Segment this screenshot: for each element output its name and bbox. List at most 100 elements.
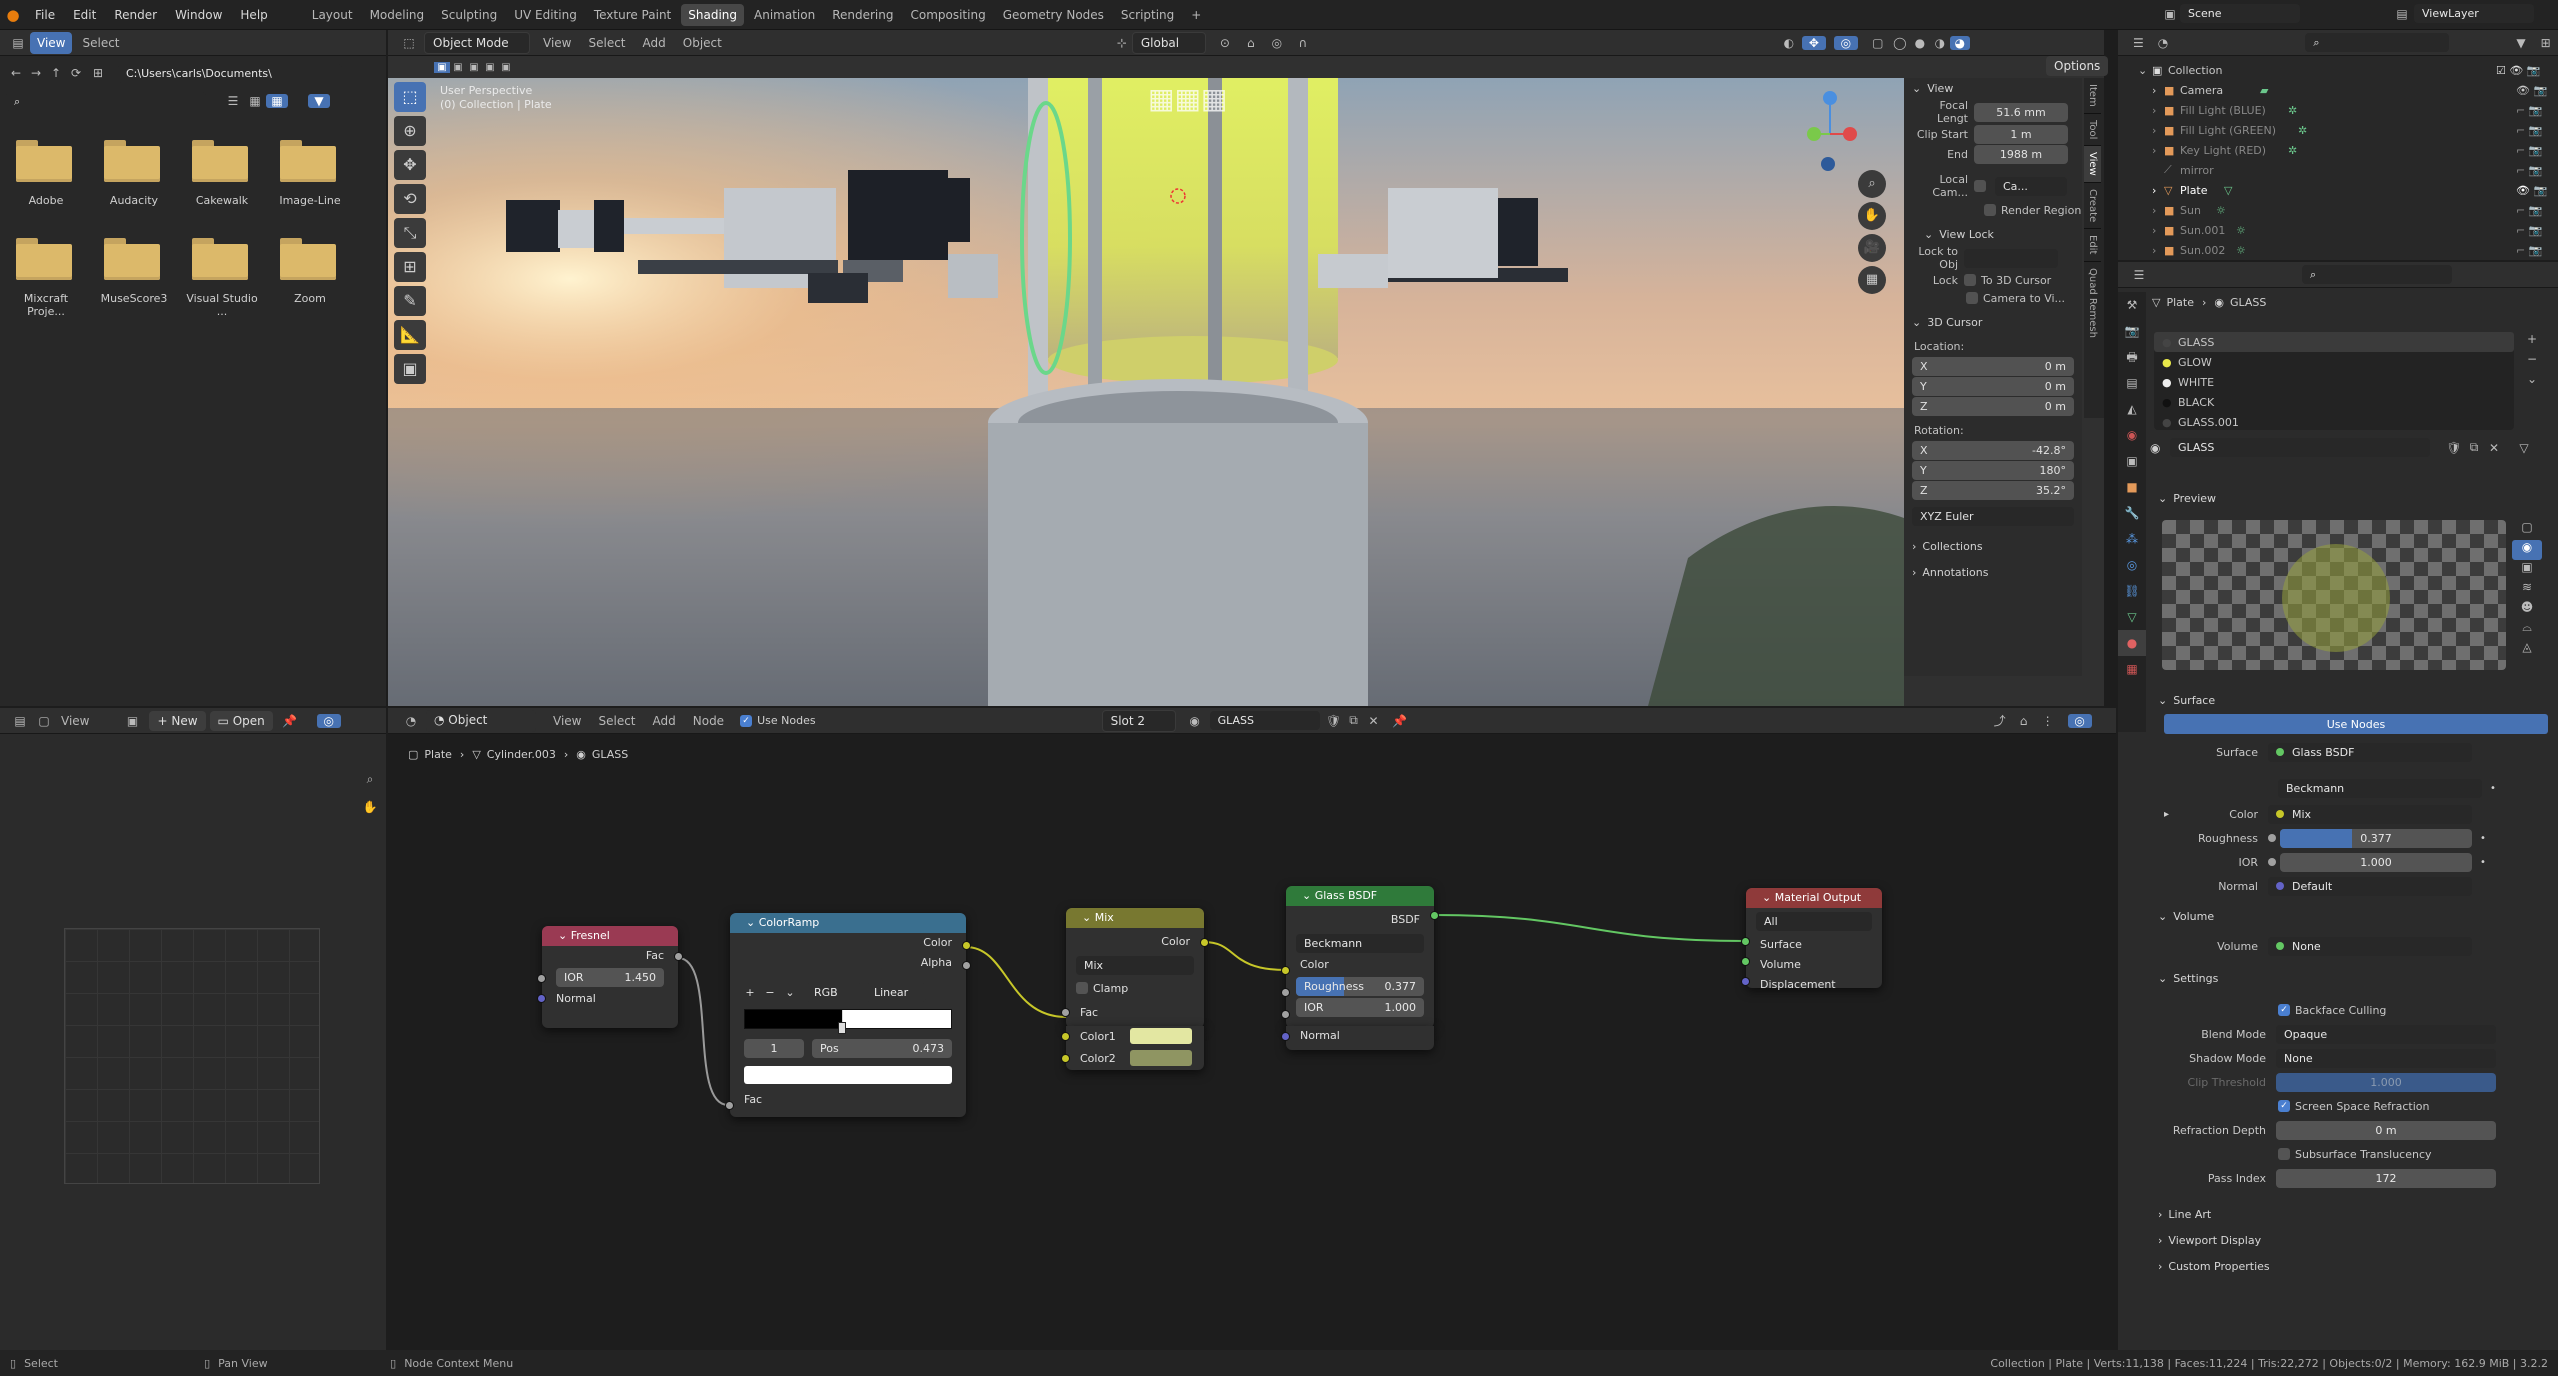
normal-input-socket[interactable] <box>537 994 546 1003</box>
vp-object-menu[interactable]: Object <box>676 32 729 54</box>
glass-distribution-dropdown[interactable]: Beckmann <box>1296 934 1424 953</box>
clip-end-field[interactable]: 1988 m <box>1974 144 2068 164</box>
scale-tool-icon[interactable]: ⤡ <box>394 218 426 248</box>
add-workspace-button[interactable]: + <box>1184 4 1208 26</box>
material-shading-icon[interactable]: ◑ <box>1930 36 1950 50</box>
fake-user-icon[interactable]: 🛡 <box>2444 441 2464 455</box>
material-slot[interactable]: ● GLASS <box>2154 332 2514 352</box>
folder-item[interactable]: MuseScore3 <box>101 238 167 305</box>
transform-tool-icon[interactable]: ⊞ <box>394 252 426 282</box>
object-tab-icon[interactable]: ■ <box>2118 474 2146 500</box>
back-arrow-icon[interactable]: ← <box>6 66 26 80</box>
view-layer-tab-icon[interactable]: ▤ <box>2118 370 2146 396</box>
folder-item[interactable]: Adobe <box>16 140 76 207</box>
lock-object-field[interactable] <box>1964 248 2058 268</box>
outliner-search-input[interactable]: ⌕ <box>2305 33 2449 52</box>
bsdf-output-socket[interactable] <box>1430 911 1439 920</box>
fac-output-socket[interactable] <box>674 952 683 961</box>
visibility-icon[interactable]: ◐ <box>1776 36 1802 50</box>
ior-field[interactable]: 1.000 <box>2280 852 2472 872</box>
rotation-mode-dropdown[interactable]: XYZ Euler <box>1912 506 2074 526</box>
particles-tab-icon[interactable]: ⁂ <box>2118 526 2146 552</box>
properties-search-input[interactable]: ⌕ <box>2302 265 2452 284</box>
fresnel-node-header[interactable]: ⌄ Fresnel <box>542 926 678 946</box>
glass-roughness-slider[interactable]: Roughness 0.377 <box>1296 977 1424 996</box>
output-target-dropdown[interactable]: All <box>1756 912 1872 931</box>
tab-edit[interactable]: Edit <box>2084 229 2101 262</box>
visibility-eye-icon[interactable]: 👁 📷 <box>2516 84 2556 97</box>
material-name-field[interactable]: GLASS <box>2170 438 2430 457</box>
ie-view-menu[interactable]: View <box>54 710 96 732</box>
cursor-loc-y-field[interactable]: Y0 m <box>1912 376 2074 396</box>
chevron-right-icon[interactable]: ▸ <box>2164 809 2174 820</box>
orientation-dropdown[interactable]: Global <box>1131 31 1206 54</box>
visibility-eye-icon[interactable]: ⌐ 📷 <box>2516 204 2556 217</box>
color-mode-dropdown[interactable]: RGB <box>806 982 862 1002</box>
ramp-menu-icon[interactable]: ⌄ <box>780 986 800 999</box>
open-image-button[interactable]: ▭ Open <box>209 710 273 731</box>
preview-fluid-icon[interactable]: ◬ <box>2512 640 2542 660</box>
fb-search-input[interactable]: ⌕ <box>6 91 206 111</box>
outliner-item[interactable]: › ■ Key Light (RED) ✲ ⌐ 📷 <box>2138 140 2556 160</box>
backface-culling-checkbox[interactable]: ✓ <box>2278 1004 2290 1016</box>
blend-type-dropdown[interactable]: Mix <box>1076 956 1194 975</box>
material-tab-icon[interactable]: ● <box>2118 630 2146 656</box>
world-tab-icon[interactable]: ◉ <box>2118 422 2146 448</box>
select-intersect-icon[interactable]: ▣ <box>498 62 514 73</box>
tab-scripting[interactable]: Scripting <box>1114 4 1181 26</box>
volume-input-field[interactable]: None <box>2268 936 2472 956</box>
displacement-input-socket[interactable] <box>1741 977 1750 986</box>
fb-view-menu[interactable]: View <box>30 31 73 54</box>
view-section-header[interactable]: ⌄ View <box>1912 82 1953 95</box>
vp-view-menu[interactable]: View <box>536 32 578 54</box>
filter-icon[interactable]: ▼ <box>308 94 330 108</box>
fac-input-socket[interactable] <box>1061 1008 1070 1017</box>
solid-shading-icon[interactable]: ● <box>1910 36 1930 50</box>
tab-create[interactable]: Create <box>2084 183 2101 230</box>
options-button[interactable]: Options <box>2046 56 2109 76</box>
new-collection-icon[interactable]: ⊞ <box>2533 36 2558 50</box>
tool-tab-icon[interactable]: ⚒ <box>2118 292 2146 318</box>
editor-type-icon[interactable]: ▤ <box>6 36 30 50</box>
color-output-socket[interactable] <box>962 941 971 950</box>
menu-help[interactable]: Help <box>231 0 276 30</box>
navigation-gizmo[interactable] <box>1798 86 1858 196</box>
remove-slot-icon[interactable]: − <box>2522 352 2542 372</box>
thumbnail-view-icon[interactable]: ▦ <box>266 94 288 108</box>
tab-texture-paint[interactable]: Texture Paint <box>587 4 678 26</box>
surface-input-socket[interactable] <box>1741 937 1750 946</box>
annotations-header[interactable]: › Annotations <box>1912 566 1988 579</box>
list-view-icon[interactable]: ☰ <box>222 94 244 108</box>
interpolation-dropdown[interactable]: Linear <box>866 982 926 1002</box>
folder-item[interactable]: Visual Studio ... <box>186 238 258 318</box>
ior-input-socket[interactable] <box>537 974 546 983</box>
mix-node-header[interactable]: ⌄ Mix <box>1066 908 1204 928</box>
zoom-icon[interactable]: ⌕ <box>360 772 380 800</box>
roughness-input-socket[interactable] <box>1281 988 1290 997</box>
forward-arrow-icon[interactable]: → <box>26 66 46 80</box>
falloff-icon[interactable]: ∩ <box>1290 36 1316 50</box>
material-slot[interactable]: ● GLASS.001 <box>2154 412 2514 432</box>
visibility-eye-icon[interactable]: ⌐ 📷 <box>2516 164 2556 177</box>
pan-hand-icon[interactable]: ✋ <box>1858 202 1886 230</box>
select-extend-icon[interactable]: ▣ <box>450 62 466 73</box>
physics-tab-icon[interactable]: ◎ <box>2118 552 2146 578</box>
glass-ior-field[interactable]: IOR 1.000 <box>1296 998 1424 1017</box>
camera-view-icon[interactable]: 🎥 <box>1858 234 1886 262</box>
visibility-eye-icon[interactable]: 👁 📷 <box>2516 184 2556 197</box>
constraints-tab-icon[interactable]: ⛓ <box>2118 578 2146 604</box>
color2-swatch[interactable] <box>1130 1050 1192 1066</box>
folder-item[interactable]: Mixcraft Proje... <box>16 238 76 318</box>
new-image-button[interactable]: + New <box>149 710 206 731</box>
3d-cursor-header[interactable]: ⌄ 3D Cursor <box>1912 316 1982 329</box>
use-nodes-button[interactable]: Use Nodes <box>2164 714 2548 734</box>
outliner-item[interactable]: › ■ Fill Light (GREEN) ✲ ⌐ 📷 <box>2138 120 2556 140</box>
add-slot-icon[interactable]: + <box>2522 332 2542 352</box>
collections-header[interactable]: › Collections <box>1912 540 1983 553</box>
editor-type-icon[interactable]: ☰ <box>2126 36 2151 50</box>
outliner-item[interactable]: › ■ Sun.002 ☼ ⌐ 📷 <box>2138 240 2556 260</box>
refraction-depth-field[interactable]: 0 m <box>2276 1120 2496 1140</box>
preview-section-header[interactable]: ⌄ Preview <box>2158 492 2216 505</box>
visibility-eye-icon[interactable]: ⌐ 📷 <box>2516 244 2556 257</box>
volume-input-socket[interactable] <box>1741 957 1750 966</box>
